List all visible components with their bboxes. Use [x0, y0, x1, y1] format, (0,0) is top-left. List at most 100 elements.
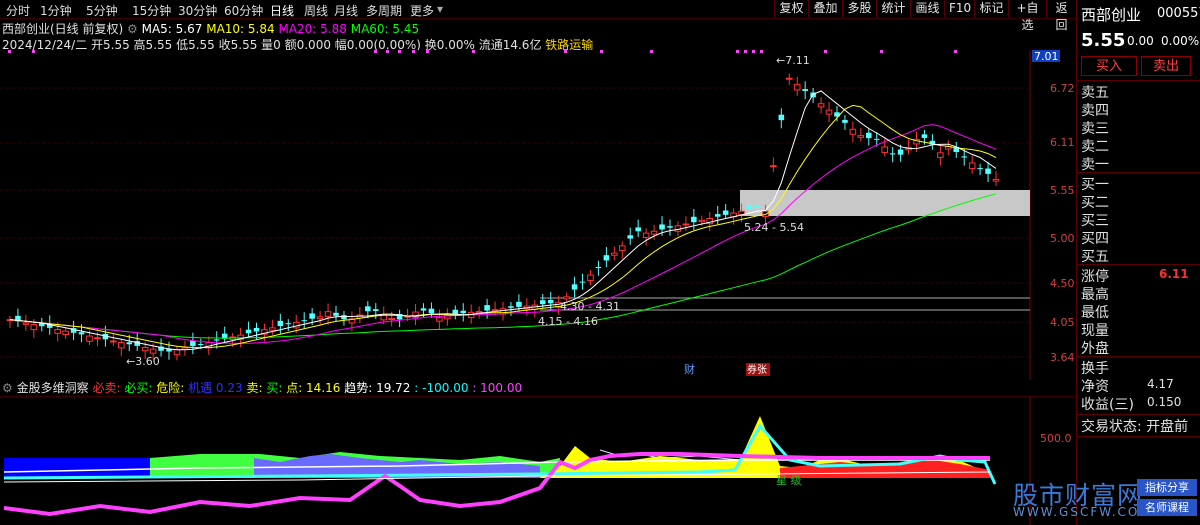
add-favorite-button[interactable]: +自选	[1008, 0, 1046, 32]
zone-annotation-3: 4.15 - 4.16	[538, 315, 598, 328]
period-toolbar: 分时 1分钟 5分钟 15分钟 30分钟 60分钟 日线 周线 月线 多周期 更…	[0, 0, 1200, 32]
turnover-label: 换手	[1081, 361, 1109, 377]
candle-body	[985, 168, 991, 174]
trend-label: 趋势: 19.72	[344, 381, 411, 395]
must-sell-label: 必卖:	[92, 381, 121, 395]
candle-body	[539, 300, 546, 305]
ask-level-1: 卖一	[1081, 157, 1109, 173]
candle-body	[39, 323, 45, 327]
candle-body	[682, 223, 690, 226]
candle-body	[190, 340, 196, 347]
ask-level-5: 卖五	[1081, 85, 1109, 101]
candle-body	[452, 309, 459, 315]
candle-body	[491, 309, 499, 312]
tab-fenshi[interactable]: 分时	[6, 2, 30, 19]
candle-body	[635, 227, 641, 232]
current-volume-label: 现量	[1081, 323, 1109, 339]
candle-body	[961, 156, 967, 158]
indicator-name[interactable]: 金股多维洞察	[17, 381, 89, 395]
tab-15min[interactable]: 15分钟	[132, 2, 171, 19]
event-marker-finance[interactable]: 财	[684, 362, 695, 376]
tab-1min[interactable]: 1分钟	[40, 2, 72, 19]
overlay-button[interactable]: 叠加	[808, 0, 842, 17]
tab-daily[interactable]: 日线	[270, 2, 294, 19]
candle-body	[770, 165, 777, 168]
candle-body	[873, 138, 880, 140]
zone-annotation-1: 5.24 - 5.54	[744, 221, 804, 234]
candle-body	[992, 178, 1000, 182]
tab-monthly[interactable]: 月线	[334, 2, 358, 19]
candle-body	[571, 284, 578, 290]
ma10-label: MA10: 5.84	[206, 22, 275, 36]
value1-label: : -100.00	[414, 381, 469, 395]
candle-body	[173, 349, 181, 356]
bid-level-2: 买二	[1081, 195, 1109, 211]
limit-up-label: 涨停	[1081, 269, 1109, 285]
candle-body	[603, 255, 610, 261]
candle-body	[722, 210, 729, 215]
sell-button[interactable]: 卖出	[1141, 56, 1191, 76]
watermark-tag-course[interactable]: 名师课程	[1137, 499, 1197, 516]
ma5-label: MA5: 5.67	[141, 22, 203, 36]
candle-body	[595, 266, 602, 268]
bid-level-5: 买五	[1081, 249, 1109, 265]
candle-body	[778, 114, 785, 121]
trade-status: 交易状态: 开盘前	[1081, 419, 1189, 435]
more-chevron-icon[interactable]: ▾	[437, 2, 443, 16]
candle-body	[849, 128, 857, 135]
point-label: 点: 14.16	[286, 381, 341, 395]
tab-30min[interactable]: 30分钟	[178, 2, 217, 19]
candle-body	[977, 168, 983, 170]
f10-button[interactable]: F10	[944, 0, 974, 17]
low-annotation: ←3.60	[126, 355, 160, 368]
candle-body	[436, 317, 443, 322]
candle-body	[253, 327, 260, 332]
candle-body	[897, 149, 904, 155]
candle-body	[388, 318, 395, 321]
candle-body	[611, 252, 618, 256]
bid-level-1: 买一	[1081, 177, 1109, 193]
candle-body	[420, 308, 427, 311]
candle-body	[269, 327, 276, 331]
sell-label: 卖:	[246, 381, 263, 395]
bid-level-4: 买四	[1081, 231, 1109, 247]
kline-chart[interactable]: ←7.11 ←3.60 5.24 - 5.54 4.30 - 4.31 4.15…	[0, 50, 1075, 380]
candle-body	[301, 320, 307, 322]
multi-stock-button[interactable]: 多股	[842, 0, 876, 17]
candle-body	[785, 77, 793, 80]
candle-body	[475, 310, 483, 314]
settings-gear-icon[interactable]: ⚙	[127, 22, 138, 36]
back-button[interactable]: 返回	[1046, 0, 1076, 32]
candle-body	[627, 235, 634, 239]
tab-more[interactable]: 更多	[410, 2, 434, 19]
event-marker-bond[interactable]: 券张	[747, 363, 767, 376]
tab-multi-period[interactable]: 多周期	[366, 2, 402, 19]
statistics-button[interactable]: 统计	[876, 0, 910, 17]
mark-button[interactable]: 标记	[974, 0, 1008, 17]
candle-body	[547, 299, 554, 304]
candle-body	[698, 219, 706, 223]
tab-5min[interactable]: 5分钟	[86, 2, 118, 19]
buy-button[interactable]: 买入	[1081, 56, 1137, 76]
value2-label: : 100.00	[472, 381, 523, 395]
draw-line-button[interactable]: 画线	[910, 0, 944, 17]
indicator-gear-icon[interactable]: ⚙	[2, 381, 13, 395]
tab-weekly[interactable]: 周线	[304, 2, 328, 19]
chart-header: 西部创业(日线 前复权) ⚙ MA5: 5.67 MA10: 5.84 MA20…	[2, 20, 419, 37]
candle-body	[428, 308, 435, 314]
tab-60min[interactable]: 60分钟	[224, 2, 263, 19]
watermark-tag-share[interactable]: 指标分享	[1137, 479, 1197, 496]
ask-level-2: 卖二	[1081, 139, 1109, 155]
bid-level-3: 买三	[1081, 213, 1109, 229]
price-tick-top: 7.01	[1034, 50, 1059, 63]
indicator-chart[interactable]: 500.0 星 级	[0, 396, 1075, 525]
price-change: 0.00	[1127, 34, 1154, 48]
candle-body	[563, 296, 570, 300]
candle-body	[508, 306, 514, 308]
eps-value: 0.150	[1147, 395, 1182, 409]
candle-body	[587, 274, 594, 281]
price-tick: 6.72	[1050, 82, 1075, 95]
candle-body	[285, 323, 292, 325]
restore-right-button[interactable]: 复权	[774, 0, 808, 17]
candle-body	[198, 344, 204, 346]
